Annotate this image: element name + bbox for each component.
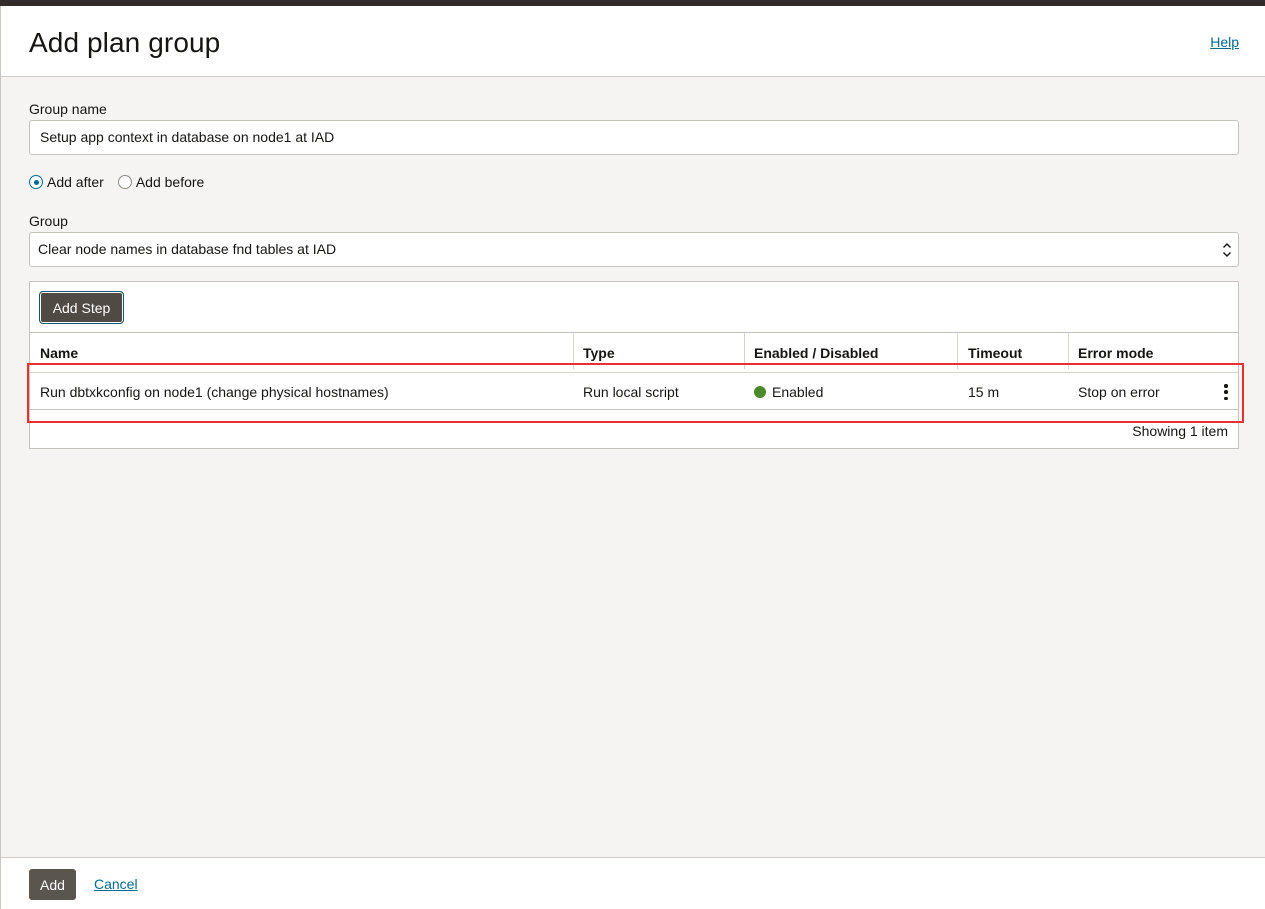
- add-before-label: Add before: [135, 174, 205, 190]
- panel-header: Add plan group Help: [1, 6, 1265, 77]
- group-select-value: Clear node names in database fnd tables …: [38, 241, 337, 257]
- add-after-radio[interactable]: Add after: [29, 174, 104, 190]
- group-name-label: Group name: [29, 101, 107, 117]
- step-type-cell: Run local script: [583, 384, 679, 400]
- status-dot-icon: [754, 386, 766, 398]
- add-step-button[interactable]: Add Step: [39, 291, 124, 324]
- steps-table-header: Name Type Enabled / Disabled Timeout Err…: [30, 332, 1238, 372]
- column-header-timeout[interactable]: Timeout: [958, 333, 1068, 373]
- step-name-cell: Run dbtxkconfig on node1 (change physica…: [40, 384, 389, 400]
- step-timeout-cell: 15 m: [968, 384, 1000, 400]
- radio-checked-icon[interactable]: [29, 175, 43, 189]
- step-status-cell: Enabled: [744, 373, 957, 411]
- add-before-radio[interactable]: Add before: [117, 174, 205, 190]
- table-item-count: Showing 1 item: [1132, 423, 1228, 439]
- group-label: Group: [29, 213, 68, 229]
- add-button[interactable]: Add: [29, 869, 76, 900]
- column-header-name[interactable]: Name: [30, 333, 573, 373]
- page-title: Add plan group: [29, 27, 221, 58]
- column-header-enabled[interactable]: Enabled / Disabled: [744, 333, 957, 373]
- position-radio-group: Add after Add before: [29, 174, 218, 190]
- steps-table-panel: Add Step Name Type Enabled / Disabled Ti…: [29, 281, 1239, 449]
- group-name-input[interactable]: Setup app context in database on node1 a…: [29, 120, 1239, 155]
- column-header-type[interactable]: Type: [573, 333, 744, 373]
- kebab-menu-icon[interactable]: [1220, 384, 1232, 400]
- action-bar: Add Cancel: [1, 857, 1265, 909]
- group-select[interactable]: Clear node names in database fnd tables …: [29, 232, 1239, 267]
- column-header-error-mode[interactable]: Error mode: [1068, 333, 1238, 373]
- table-row[interactable]: Run dbtxkconfig on node1 (change physica…: [30, 372, 1238, 410]
- help-link[interactable]: Help: [1210, 34, 1239, 50]
- select-updown-icon: [1223, 243, 1231, 257]
- step-error-mode-cell: Stop on error: [1078, 384, 1160, 400]
- radio-unchecked-icon[interactable]: [117, 175, 132, 189]
- cancel-link[interactable]: Cancel: [94, 876, 138, 892]
- panel-body: Group name Setup app context in database…: [1, 77, 1265, 857]
- add-after-label: Add after: [47, 174, 104, 190]
- status-text: Enabled: [772, 384, 824, 400]
